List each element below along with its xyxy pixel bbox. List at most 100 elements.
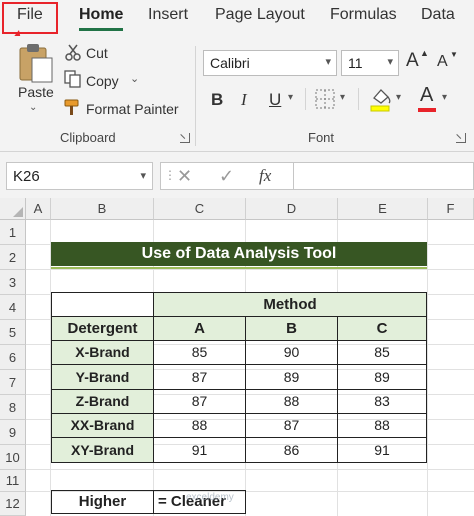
copy-button[interactable]: Copy — [86, 73, 119, 89]
table-cell-empty[interactable] — [51, 292, 154, 317]
name-box-value: K26 — [13, 168, 40, 185]
row-header-7[interactable]: 7 — [0, 370, 26, 395]
method-b-header[interactable]: B — [245, 316, 338, 341]
tab-insert[interactable]: Insert — [148, 6, 188, 24]
row-header-6[interactable]: 6 — [0, 345, 26, 370]
cancel-icon[interactable]: ✕ — [177, 166, 192, 187]
row-header-12[interactable]: 12 — [0, 492, 26, 516]
font-launcher-icon[interactable] — [456, 133, 466, 143]
row-header-4[interactable]: 4 — [0, 295, 26, 320]
borders-dropdown-icon[interactable]: ▾ — [340, 92, 345, 103]
row-header-1[interactable]: 1 — [0, 220, 26, 245]
value-cell[interactable]: 83 — [337, 389, 427, 414]
row-header-3[interactable]: 3 — [0, 270, 26, 295]
value-cell[interactable]: 85 — [153, 340, 246, 365]
formula-input[interactable] — [294, 162, 474, 190]
gridline — [26, 269, 474, 270]
higher-label-cell[interactable]: Higher — [51, 490, 154, 514]
row-header-9[interactable]: 9 — [0, 420, 26, 445]
group-separator — [195, 46, 196, 146]
tab-home[interactable]: Home — [79, 6, 123, 24]
paste-button[interactable]: Paste — [18, 84, 54, 100]
paste-dropdown-icon[interactable]: ⌄ — [29, 102, 37, 113]
column-header-a[interactable]: A — [26, 198, 51, 220]
enter-icon[interactable]: ✓ — [219, 166, 234, 187]
select-all-corner[interactable] — [0, 198, 26, 220]
sheet-title[interactable]: Use of Data Analysis Tool — [51, 242, 427, 269]
brand-cell[interactable]: Z-Brand — [51, 389, 154, 414]
bold-button[interactable]: B — [211, 90, 223, 110]
brand-cell[interactable]: Y-Brand — [51, 364, 154, 390]
clipboard-launcher-icon[interactable] — [180, 133, 190, 143]
insert-function-button[interactable]: fx — [259, 166, 271, 186]
group-separator — [358, 88, 359, 110]
font-size-select[interactable]: 11 ▾ — [341, 50, 399, 76]
underline-button[interactable]: U — [269, 90, 281, 110]
value-cell[interactable]: 91 — [337, 437, 427, 463]
tab-formulas[interactable]: Formulas — [330, 6, 397, 24]
tab-file[interactable]: File — [17, 6, 43, 24]
value-cell[interactable]: 91 — [153, 437, 246, 463]
format-painter-icon — [64, 99, 79, 115]
ribbon-home: Paste ⌄ Cut Copy ⌄ Format Painter Clipbo… — [0, 36, 474, 152]
group-separator — [305, 88, 306, 110]
worksheet-grid[interactable]: A B C D E F 1 2 3 4 5 6 7 8 9 10 11 12 U… — [0, 198, 474, 516]
value-cell[interactable]: 88 — [337, 413, 427, 438]
more-icon: ⋮ — [164, 168, 176, 182]
fill-color-dropdown-icon[interactable]: ▾ — [396, 92, 401, 103]
copy-dropdown-icon[interactable]: ⌄ — [130, 72, 139, 85]
tab-data[interactable]: Data — [421, 6, 455, 24]
method-c-header[interactable]: C — [337, 316, 427, 341]
font-family-select[interactable]: Calibri ▾ — [203, 50, 337, 76]
watermark-logo: exceldemy — [186, 492, 234, 503]
brand-cell[interactable]: X-Brand — [51, 340, 154, 365]
detergent-header[interactable]: Detergent — [51, 316, 154, 341]
grow-font-button[interactable]: A — [406, 50, 419, 72]
row-header-2[interactable]: 2 — [0, 245, 26, 270]
row-header-10[interactable]: 10 — [0, 445, 26, 470]
cut-button[interactable]: Cut — [86, 45, 108, 61]
font-size-value: 11 — [348, 55, 363, 71]
value-cell[interactable]: 87 — [153, 364, 246, 390]
tab-page-layout[interactable]: Page Layout — [215, 6, 305, 24]
value-cell[interactable]: 88 — [245, 389, 338, 414]
brand-cell[interactable]: XY-Brand — [51, 437, 154, 463]
value-cell[interactable]: 86 — [245, 437, 338, 463]
clipboard-group-label: Clipboard — [60, 130, 116, 145]
copy-icon — [64, 70, 81, 88]
row-header-11[interactable]: 11 — [0, 470, 26, 492]
format-painter-button[interactable]: Format Painter — [86, 101, 179, 117]
name-box[interactable]: K26 ▾ — [6, 162, 153, 190]
row-header-8[interactable]: 8 — [0, 395, 26, 420]
value-cell[interactable]: 89 — [337, 364, 427, 390]
value-cell[interactable]: 90 — [245, 340, 338, 365]
row-header-5[interactable]: 5 — [0, 320, 26, 345]
value-cell[interactable]: 85 — [337, 340, 427, 365]
brand-cell[interactable]: XX-Brand — [51, 413, 154, 438]
underline-dropdown-icon[interactable]: ▾ — [288, 92, 293, 103]
gridline — [26, 469, 474, 470]
chevron-down-icon: ▾ — [325, 56, 331, 68]
italic-button[interactable]: I — [241, 90, 247, 110]
value-cell[interactable]: 87 — [153, 389, 246, 414]
column-header-e[interactable]: E — [338, 198, 428, 220]
ribbon-tab-bar: File Home Insert Page Layout Formulas Da… — [0, 0, 474, 36]
font-color-button[interactable]: A — [420, 84, 433, 107]
paste-icon[interactable] — [18, 42, 56, 84]
method-header[interactable]: Method — [153, 292, 427, 317]
value-cell[interactable]: 87 — [245, 413, 338, 438]
font-color-dropdown-icon[interactable]: ▾ — [442, 92, 447, 103]
value-cell[interactable]: 88 — [153, 413, 246, 438]
borders-icon[interactable] — [315, 89, 335, 109]
font-color-swatch — [418, 108, 436, 112]
column-header-b[interactable]: B — [51, 198, 154, 220]
shrink-font-button[interactable]: A — [437, 53, 448, 71]
column-header-f[interactable]: F — [428, 198, 474, 220]
scissors-icon — [65, 44, 81, 61]
column-header-c[interactable]: C — [154, 198, 246, 220]
column-header-d[interactable]: D — [246, 198, 338, 220]
method-a-header[interactable]: A — [153, 316, 246, 341]
grow-font-arrow-icon: ▲ — [420, 48, 429, 58]
value-cell[interactable]: 89 — [245, 364, 338, 390]
fill-color-icon[interactable] — [369, 86, 391, 112]
